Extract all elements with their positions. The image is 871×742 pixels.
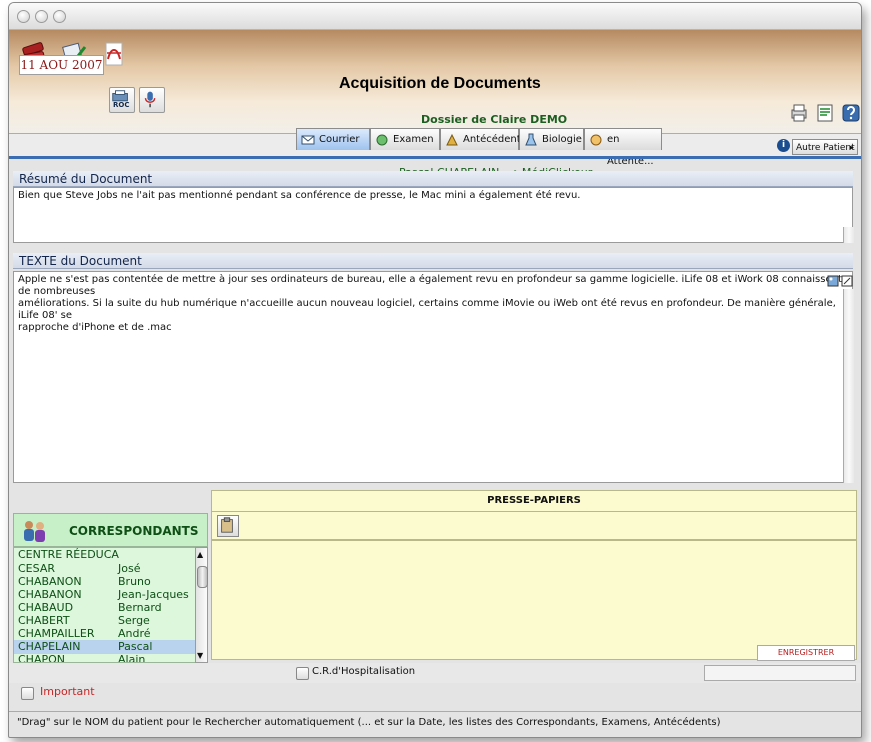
tab-en-attente[interactable]: en Attente... bbox=[584, 128, 662, 167]
correspondants-header: CORRESPONDANTS bbox=[13, 513, 208, 547]
first-name: André bbox=[118, 627, 151, 640]
pending-icon bbox=[590, 134, 602, 146]
microphone-icon bbox=[144, 91, 156, 108]
exam-icon bbox=[376, 134, 388, 146]
tab-label: Courrier bbox=[319, 134, 360, 145]
summary-text: Bien que Steve Jobs ne l'ait pas mention… bbox=[18, 190, 581, 201]
page-title: Acquisition de Documents bbox=[339, 75, 541, 92]
text-section-label: TEXTE du Document bbox=[13, 253, 853, 269]
correspondants-scrollbar[interactable]: ▲ ▼ bbox=[195, 547, 208, 663]
important-label: Important bbox=[40, 685, 95, 698]
tab-biologie[interactable]: Biologie bbox=[519, 128, 584, 150]
first-name: Serge bbox=[118, 614, 150, 627]
document-text-line: rapproche d'iPhone et de .mac bbox=[18, 322, 172, 333]
letter-icon bbox=[301, 135, 315, 145]
presse-papiers-title: PRESSE-PAPIERS bbox=[211, 490, 857, 512]
image-icon[interactable] bbox=[827, 275, 839, 287]
list-item[interactable]: CHABAUD Bernard bbox=[14, 601, 195, 615]
last-name: CHABAUD bbox=[18, 601, 74, 614]
tab-courrier[interactable]: Courrier bbox=[296, 128, 370, 150]
autre-patient-button[interactable]: Autre Patient ▸ bbox=[792, 139, 858, 155]
list-item[interactable]: CESAR José bbox=[14, 562, 195, 576]
last-name: CHAPELAIN bbox=[18, 640, 81, 653]
last-name: CHABERT bbox=[18, 614, 70, 627]
presse-papiers-toolbar bbox=[211, 512, 857, 540]
edit-icon[interactable] bbox=[841, 275, 853, 287]
tab-label: Examen bbox=[393, 134, 434, 145]
tab-label: Biologie bbox=[542, 134, 582, 145]
chevron-right-icon: ▸ bbox=[849, 143, 854, 153]
divider bbox=[9, 156, 861, 159]
list-item[interactable]: CHABANON Jean-Jacques bbox=[14, 588, 195, 602]
presse-papiers-panel: PRESSE-PAPIERS ENREGISTRER bbox=[211, 490, 857, 662]
people-icon bbox=[24, 521, 45, 542]
list-item[interactable]: CHABERT Serge bbox=[14, 614, 195, 628]
last-name: CHABANON bbox=[18, 575, 82, 588]
first-name: Pascal bbox=[118, 640, 153, 653]
clipboard-icon bbox=[221, 517, 233, 533]
correspondants-list[interactable]: CENTRE RÉEDUCA CESAR José CHABANON Bruno C… bbox=[13, 547, 195, 663]
scroll-up-icon[interactable]: ▲ bbox=[197, 550, 203, 559]
document-scrollbar[interactable] bbox=[843, 289, 854, 483]
dictation-button[interactable] bbox=[139, 87, 165, 113]
zoom-window-button[interactable] bbox=[53, 10, 66, 23]
tab-label: Antécédent bbox=[463, 134, 521, 145]
important-checkbox[interactable] bbox=[21, 687, 34, 700]
scroll-thumb[interactable] bbox=[197, 566, 208, 588]
paste-button[interactable] bbox=[217, 515, 239, 537]
status-field bbox=[704, 665, 856, 681]
first-name: José bbox=[118, 562, 141, 575]
info-icon[interactable]: i bbox=[777, 139, 790, 152]
correspondants-title: CORRESPONDANTS bbox=[69, 524, 199, 538]
list-item[interactable]: CHABANON Bruno bbox=[14, 575, 195, 589]
last-name: CESAR bbox=[18, 562, 55, 575]
list-item[interactable]: CENTRE RÉEDUCA bbox=[14, 548, 195, 562]
last-name: CHABANON bbox=[18, 588, 82, 601]
autre-patient-label: Autre Patient bbox=[796, 143, 855, 153]
correspondants-panel: CORRESPONDANTS CENTRE RÉEDUCA CESAR José … bbox=[13, 513, 208, 663]
app-window: 11 AOU 2007 ROC Acquisition de Documents… bbox=[8, 2, 862, 738]
list-item[interactable]: CHAPON Alain bbox=[14, 653, 195, 663]
document-text-line: améliorations. Si la suite du hub numéri… bbox=[18, 298, 836, 321]
tab-label: en Attente... bbox=[607, 134, 654, 167]
cr-hospitalisation-checkbox[interactable] bbox=[296, 667, 309, 680]
cr-hospitalisation-label: C.R.d'Hospitalisation bbox=[312, 666, 416, 677]
tab-examen[interactable]: Examen bbox=[370, 128, 440, 150]
tab-antecedent[interactable]: Antécédent bbox=[440, 128, 521, 150]
printer-icon[interactable] bbox=[789, 103, 809, 123]
roc-button[interactable]: ROC bbox=[109, 87, 135, 113]
minimize-window-button[interactable] bbox=[35, 10, 48, 23]
last-name: CENTRE RÉEDUCA bbox=[18, 548, 119, 561]
last-name: CHAMPAILLER bbox=[18, 627, 95, 640]
patient-folder-label: Dossier de Claire DEMO bbox=[421, 113, 568, 126]
first-name: Bruno bbox=[118, 575, 151, 588]
lab-icon bbox=[525, 133, 537, 146]
document-text-line: Apple ne s'est pas contentée de mettre à… bbox=[18, 274, 842, 297]
scan-document-icon[interactable] bbox=[815, 103, 835, 123]
document-textarea[interactable]: Apple ne s'est pas contentée de mettre à… bbox=[13, 271, 853, 483]
help-icon[interactable] bbox=[841, 103, 861, 123]
last-name: CHAPON bbox=[18, 653, 65, 663]
list-item[interactable]: CHAMPAILLER André bbox=[14, 627, 195, 641]
footer-options: C.R.d'Hospitalisation bbox=[9, 663, 861, 683]
summary-scrollbar[interactable] bbox=[843, 227, 854, 243]
first-name: Bernard bbox=[118, 601, 162, 614]
list-item-selected[interactable]: CHAPELAIN Pascal bbox=[14, 640, 195, 654]
roc-label: ROC bbox=[113, 101, 130, 109]
save-button[interactable]: ENREGISTRER bbox=[757, 645, 855, 661]
summary-textarea[interactable]: Bien que Steve Jobs ne l'ait pas mention… bbox=[13, 187, 853, 243]
first-name: Alain bbox=[118, 653, 146, 663]
date-field[interactable]: 11 AOU 2007 bbox=[19, 55, 104, 75]
scroll-down-icon[interactable]: ▼ bbox=[197, 651, 203, 660]
status-bar: "Drag" sur le NOM du patient pour le Rec… bbox=[9, 711, 861, 736]
presse-papiers-textarea[interactable]: ENREGISTRER bbox=[211, 540, 857, 661]
title-bar[interactable] bbox=[9, 3, 861, 30]
history-icon bbox=[446, 133, 458, 146]
summary-section-label: Résumé du Document bbox=[13, 171, 853, 187]
first-name: Jean-Jacques bbox=[118, 588, 189, 601]
close-window-button[interactable] bbox=[17, 10, 30, 23]
